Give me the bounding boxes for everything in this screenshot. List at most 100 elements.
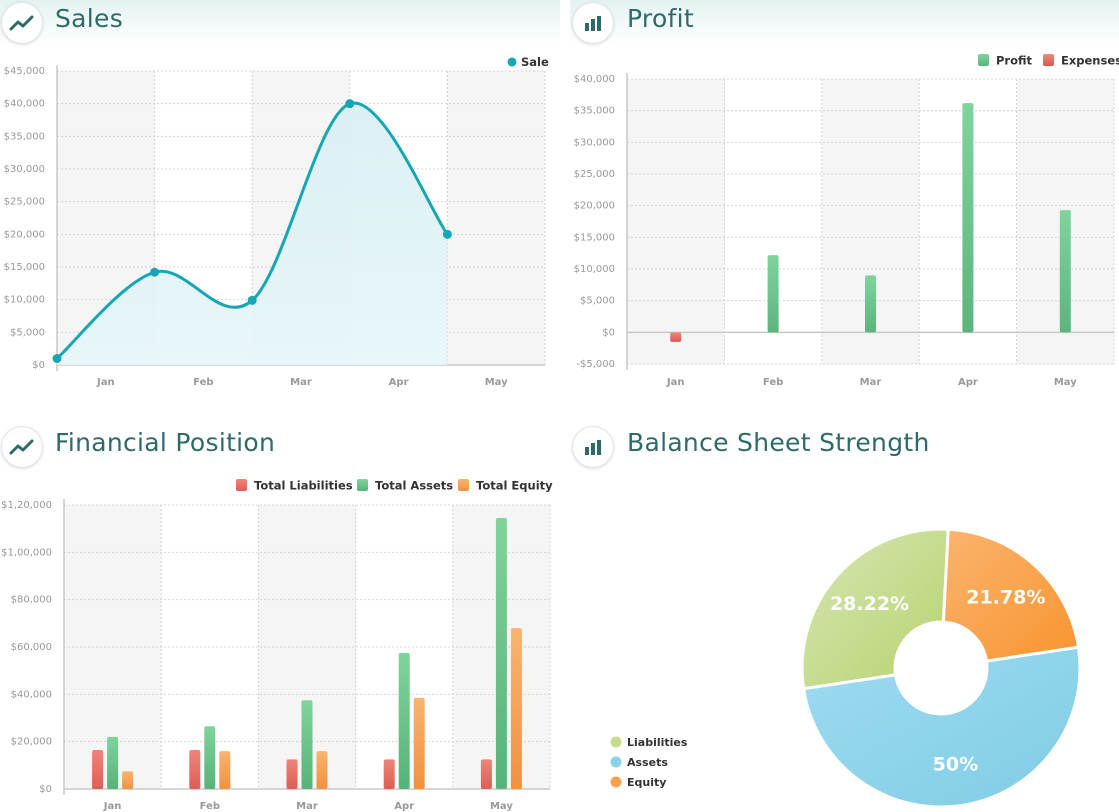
equity-bar xyxy=(510,628,522,789)
profit-bar xyxy=(865,275,876,333)
bar-chart-icon xyxy=(572,2,614,44)
equity-bar xyxy=(122,771,134,789)
sales-legend-marker xyxy=(507,57,517,67)
profit-bar xyxy=(1059,210,1071,333)
sales-xtick: Apr xyxy=(389,377,409,388)
liabilities-bar xyxy=(189,749,201,789)
liabilities-bar xyxy=(480,759,492,789)
profit-ytick: $30,000 xyxy=(574,137,615,148)
assets-bar xyxy=(398,652,410,789)
profit-legend-label: Expenses xyxy=(1061,54,1119,68)
profit-ytick: $20,000 xyxy=(574,201,615,212)
sales-point xyxy=(345,99,355,109)
sales-ytick: $10,000 xyxy=(4,295,45,306)
financial-title: Financial Position xyxy=(55,428,276,457)
equity-bar xyxy=(316,751,328,789)
profit-ytick: $10,000 xyxy=(574,264,615,275)
profit-ytick: $0 xyxy=(602,327,615,338)
financial-ytick: $80,000 xyxy=(11,595,52,606)
pie-legend-marker xyxy=(610,776,622,788)
sales-point xyxy=(247,295,257,305)
sales-xtick: Jan xyxy=(96,377,115,388)
bar-chart-icon xyxy=(572,426,614,468)
expenses-bar xyxy=(670,332,682,342)
profit-xtick: Mar xyxy=(860,377,882,388)
balance-chart: 28.22% 21.78% 50% Liabilities Assets Equity xyxy=(610,527,1082,809)
sales-band xyxy=(447,71,545,365)
profit-xtick: Jan xyxy=(666,377,685,388)
profit-ytick: $5,000 xyxy=(580,296,615,307)
sales-title: Sales xyxy=(55,4,124,33)
sales-legend-label: Sale xyxy=(521,55,549,69)
financial-ytick: $40,000 xyxy=(11,689,52,700)
sales-point xyxy=(52,353,62,363)
financial-ytick: $20,000 xyxy=(11,737,52,748)
profit-band xyxy=(627,79,725,364)
equity-bar xyxy=(413,697,425,789)
financial-chart: $0 $20,000 $40,000 $60,000 $80,000 $1,00,000 $… xyxy=(1,479,553,812)
financial-ytick: $1,20,000 xyxy=(1,500,52,511)
sales-ytick: $25,000 xyxy=(4,197,45,208)
profit-legend-marker xyxy=(978,54,989,66)
sales-ytick: $20,000 xyxy=(4,229,45,240)
sales-xtick: Mar xyxy=(290,377,312,388)
pie-legend-label: Assets xyxy=(627,756,668,769)
assets-bar xyxy=(204,726,216,789)
profit-title: Profit xyxy=(627,4,695,33)
pie-legend-label: Equity xyxy=(627,776,666,789)
sales-ytick: $15,000 xyxy=(4,262,45,273)
assets-bar xyxy=(301,700,313,789)
sales-chart: $0 $5,000 $10,000 $15,000 $20,000 $25,000 $30,… xyxy=(4,55,549,388)
pie-label-equity: 21.78% xyxy=(966,587,1045,609)
financial-legend-label: Total Equity xyxy=(476,479,553,493)
profit-ytick: $35,000 xyxy=(574,106,615,117)
profit-xtick: Feb xyxy=(763,377,783,388)
financial-legend-marker xyxy=(357,479,368,491)
balance-title: Balance Sheet Strength xyxy=(627,428,930,457)
pie-label-liabilities: 28.22% xyxy=(830,593,909,615)
financial-xtick: Mar xyxy=(296,801,318,812)
sales-ytick: $45,000 xyxy=(4,66,45,77)
assets-bar xyxy=(107,736,119,789)
sales-ytick: $40,000 xyxy=(4,99,45,110)
profit-bar xyxy=(962,103,974,333)
liabilities-bar xyxy=(92,749,104,789)
profit-legend-label: Profit xyxy=(996,54,1033,68)
financial-xtick: Jan xyxy=(103,801,122,812)
profit-xtick: May xyxy=(1054,377,1077,388)
profit-bar xyxy=(767,255,779,333)
sales-point xyxy=(150,267,160,277)
assets-bar xyxy=(495,518,507,789)
financial-legend-marker xyxy=(236,479,247,491)
line-chart-icon xyxy=(1,426,43,468)
profit-ytick: $25,000 xyxy=(574,169,615,180)
liabilities-bar xyxy=(383,759,395,789)
profit-ytick: $40,000 xyxy=(574,74,615,85)
pie-legend-marker xyxy=(610,736,622,748)
financial-ytick: $0 xyxy=(39,784,52,795)
financial-xtick: Feb xyxy=(200,801,220,812)
sales-point xyxy=(442,229,452,239)
pie-legend-label: Liabilities xyxy=(627,736,688,749)
pie-legend-marker xyxy=(610,756,622,768)
financial-xtick: Apr xyxy=(394,801,414,812)
profit-ytick: -$5,000 xyxy=(576,359,615,370)
line-chart-icon xyxy=(1,2,43,44)
profit-xtick: Apr xyxy=(958,377,978,388)
profit-legend-marker xyxy=(1043,54,1054,66)
profit-chart: -$5,000 $0 $5,000 $10,000 $15,000 $20,000 $25,… xyxy=(574,54,1119,389)
profit-ytick: $15,000 xyxy=(574,232,615,243)
financial-ytick: $1,00,000 xyxy=(1,547,52,558)
financial-legend-label: Total Assets xyxy=(375,479,453,493)
sales-ytick: $5,000 xyxy=(10,327,45,338)
sales-ytick: $30,000 xyxy=(4,164,45,175)
sales-ytick: $0 xyxy=(32,360,45,371)
sales-ytick: $35,000 xyxy=(4,131,45,142)
financial-legend-label: Total Liabilities xyxy=(254,479,353,493)
liabilities-bar xyxy=(286,759,298,789)
financial-legend-marker xyxy=(458,479,469,491)
sales-xtick: May xyxy=(485,377,508,388)
financial-ytick: $60,000 xyxy=(11,642,52,653)
equity-bar xyxy=(219,751,231,789)
pie-label-assets: 50% xyxy=(933,753,978,775)
